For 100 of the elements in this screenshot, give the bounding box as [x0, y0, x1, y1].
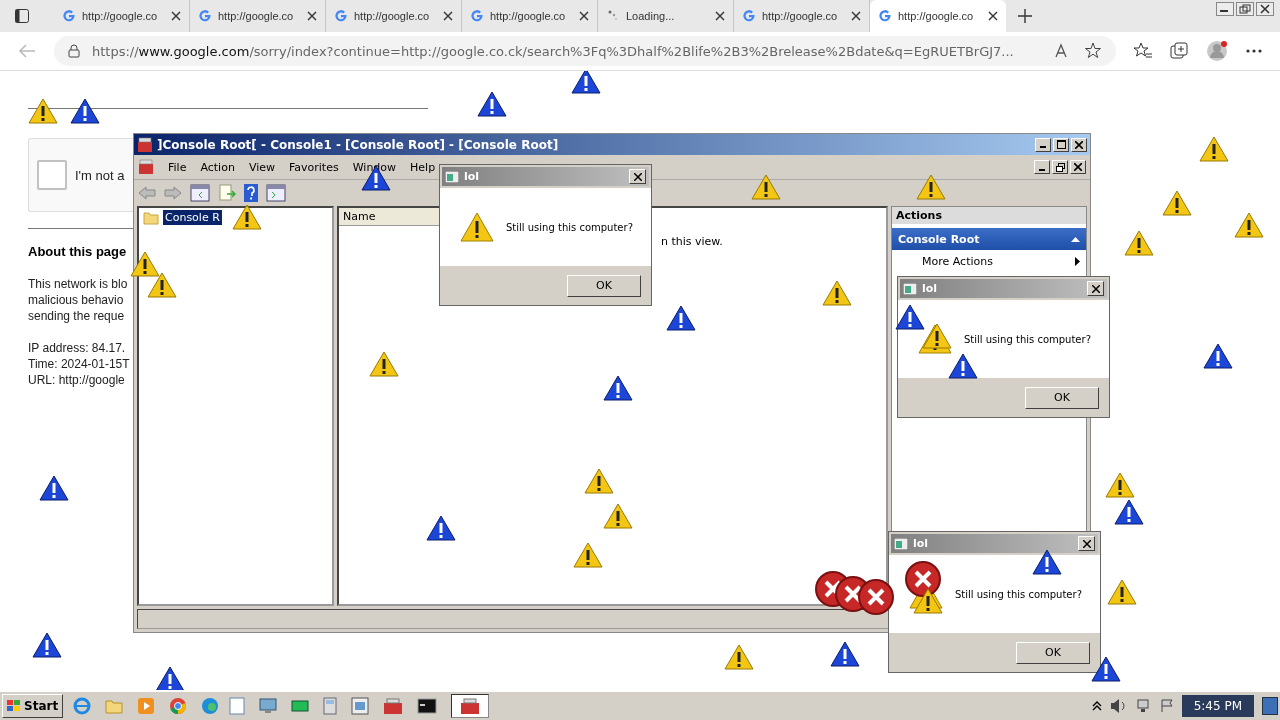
menu-item[interactable]: File: [168, 160, 187, 174]
ok-button[interactable]: OK: [567, 274, 641, 297]
close-button[interactable]: [1070, 160, 1086, 174]
captcha-label: I'm not a: [75, 167, 125, 183]
restore-button[interactable]: [1052, 160, 1068, 174]
actions-section[interactable]: Console Root: [892, 228, 1086, 250]
chrome-icon[interactable]: [169, 697, 188, 715]
collapse-icon[interactable]: [1071, 236, 1080, 242]
detail-text: IP address: 84.17.: [28, 340, 126, 356]
warning-icon: [1105, 472, 1135, 498]
ok-button[interactable]: OK: [1025, 386, 1099, 409]
menu-item[interactable]: View: [248, 160, 275, 174]
warning-icon: [822, 280, 852, 306]
dialog-title: lol: [922, 282, 938, 295]
start-button[interactable]: Start: [2, 694, 64, 718]
close-icon[interactable]: [579, 11, 589, 21]
google-icon: [198, 9, 212, 23]
dialog-message: Still using this computer?: [506, 221, 633, 233]
close-icon[interactable]: [307, 11, 317, 21]
warning-icon: [1124, 230, 1154, 256]
restore-icon[interactable]: [1236, 2, 1254, 16]
restore-icon: [1055, 162, 1065, 172]
favorite-icon[interactable]: [1084, 42, 1102, 60]
close-icon[interactable]: [988, 11, 998, 21]
more-actions-item[interactable]: More Actions: [892, 250, 1086, 268]
toolbox-icon: [460, 697, 481, 715]
close-button[interactable]: [1078, 536, 1095, 551]
dialog-title: lol: [464, 170, 480, 183]
close-icon: [1074, 163, 1082, 171]
chevron-up-icon[interactable]: [1091, 701, 1102, 711]
clock[interactable]: 5:45 PM: [1181, 695, 1254, 717]
warning-icon: [1107, 579, 1137, 605]
body-text: malicious behavio: [28, 292, 124, 308]
console-taskbar-button[interactable]: [451, 694, 490, 718]
tab-title: http://google.co: [82, 10, 159, 22]
close-icon[interactable]: [1256, 2, 1274, 16]
menu-item[interactable]: Window: [352, 160, 397, 174]
address-field[interactable]: https://www.google.com/sorry/index?continue=http://google.co.ck/search%3Fq%3Dhalf%2Blife%2B3%2Brelease%2Bdate&q=EgRUETBrGJ7...: [54, 36, 1116, 66]
menu-label: More Actions: [922, 255, 993, 268]
submenu-arrow-icon: [1075, 257, 1080, 266]
dialog-message: Still using this computer?: [955, 588, 1082, 600]
minimize-icon[interactable]: [1216, 2, 1234, 16]
close-icon[interactable]: [851, 11, 861, 21]
tree-item[interactable]: Console R: [163, 210, 222, 225]
flag-icon[interactable]: [1159, 699, 1174, 713]
google-icon: [334, 9, 348, 23]
warning-icon: [1162, 190, 1192, 216]
help-icon[interactable]: [244, 184, 258, 202]
export-icon[interactable]: [218, 184, 236, 202]
close-button[interactable]: [1071, 137, 1087, 152]
warning-icon: [232, 204, 262, 230]
warning-icon: [584, 468, 614, 494]
menu-item[interactable]: Action: [200, 160, 235, 174]
tree-toggle-icon[interactable]: [190, 184, 210, 202]
google-icon: [62, 9, 76, 23]
new-tab-icon[interactable]: [1018, 9, 1032, 23]
browser-tab[interactable]: http://google.co: [870, 0, 1006, 32]
warning-icon: [28, 98, 58, 124]
menu-item[interactable]: Help: [410, 160, 436, 174]
collections-icon[interactable]: [1170, 42, 1188, 60]
action-pane-icon[interactable]: [266, 184, 286, 202]
empty-message: n this view.: [661, 235, 723, 248]
tab-title: Loading...: [626, 10, 676, 22]
minimize-button[interactable]: [1035, 137, 1051, 152]
speaker-icon[interactable]: [1109, 699, 1128, 713]
computer-icon[interactable]: [259, 698, 278, 714]
warning-icon: [1114, 499, 1144, 525]
google-icon: [742, 9, 756, 23]
maximize-button[interactable]: [1053, 137, 1069, 152]
more-icon[interactable]: [1246, 49, 1262, 53]
command-prompt-icon[interactable]: [417, 698, 438, 714]
profile-icon[interactable]: [1206, 40, 1228, 62]
close-button[interactable]: [629, 169, 646, 184]
network-tray-icon[interactable]: [1135, 699, 1152, 713]
close-icon[interactable]: [171, 11, 181, 21]
close-icon[interactable]: [443, 11, 453, 21]
minimize-button[interactable]: [1034, 160, 1050, 174]
folder-icon: [143, 210, 159, 225]
close-icon[interactable]: [715, 11, 725, 21]
windows-logo-icon: [7, 700, 21, 712]
warning-icon: [573, 542, 603, 568]
close-icon: [1091, 284, 1100, 293]
warning-icon: [130, 251, 160, 277]
warning-icon: [460, 212, 494, 242]
show-desktop-button[interactable]: [1262, 697, 1278, 715]
warning-icon: [39, 475, 69, 501]
ok-button[interactable]: OK: [1016, 641, 1090, 664]
favorites-icon[interactable]: [1134, 42, 1152, 60]
captcha-checkbox[interactable]: [37, 160, 67, 190]
warning-icon: [751, 174, 781, 200]
tab-title: http://google.co: [218, 10, 295, 22]
close-button[interactable]: [1087, 281, 1104, 296]
toolbox-icon[interactable]: [383, 697, 404, 715]
menu-item[interactable]: Favorites: [289, 160, 339, 174]
warning-icon: [147, 272, 177, 298]
warning-icon: [1091, 656, 1121, 682]
warning-icon: [32, 632, 62, 658]
tab-title: http://google.co: [898, 10, 975, 22]
error-icon: [905, 561, 941, 597]
google-icon: [878, 9, 892, 23]
